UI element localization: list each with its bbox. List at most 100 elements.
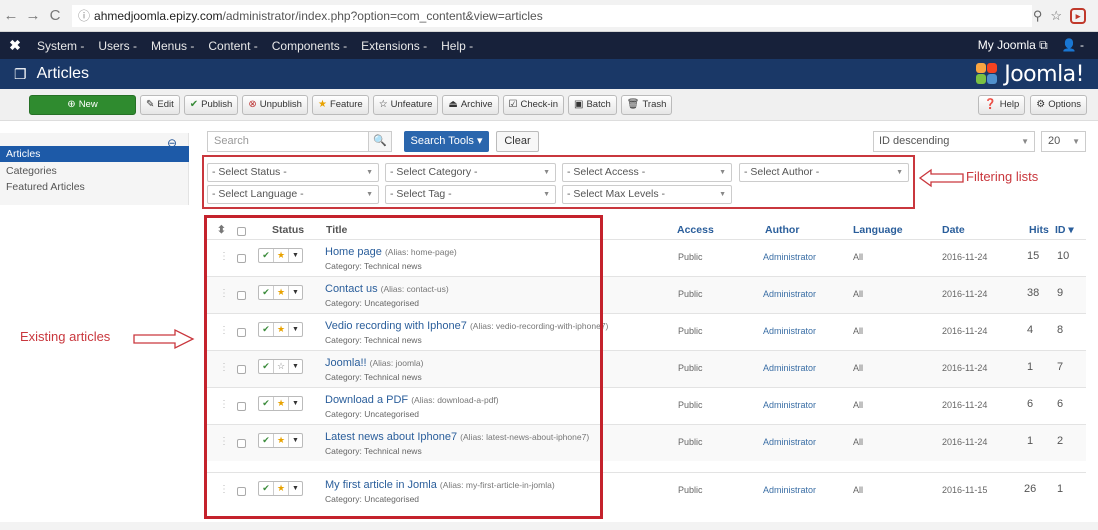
star-icon: ★ — [317, 99, 327, 110]
my-joomla-link[interactable]: My Joomla ⧉ — [978, 38, 1048, 53]
author-link[interactable]: Administrator — [763, 326, 816, 336]
hits-cell: 4 — [1027, 324, 1034, 336]
sidebar-item-categories[interactable]: Categories — [0, 163, 189, 179]
filter-max-levels-select[interactable]: - Select Max Levels - ▼ — [562, 185, 732, 204]
archive-button[interactable]: ⏏ Archive — [442, 94, 499, 115]
trash-button[interactable]: 🗑 Trash — [620, 94, 673, 115]
author-link[interactable]: Administrator — [763, 252, 816, 262]
language-cell: All — [853, 252, 864, 262]
action-toolbar: ⊕ New ✎ Edit ✔ Publish ⊗ Unpublish ★ Feature … — [0, 89, 1098, 121]
user-menu[interactable]: 👤 - — [1062, 38, 1084, 53]
new-button[interactable]: ⊕ New — [29, 94, 136, 115]
top-navigation: ✖ System - Users - Menus - Content - Com… — [0, 32, 1098, 59]
ordering-select[interactable]: ID descending ▼ — [873, 131, 1035, 152]
author-link[interactable]: Administrator — [763, 289, 816, 299]
filter-status-select[interactable]: - Select Status - ▼ — [207, 163, 379, 182]
menu-menus[interactable]: Menus - — [144, 39, 201, 53]
joomla-menu-icon[interactable]: ✖ — [0, 37, 30, 54]
chevron-down-icon: ▼ — [719, 169, 726, 176]
info-icon[interactable]: ⓘ — [78, 7, 90, 24]
id-cell: 7 — [1057, 361, 1064, 373]
list-limit-select[interactable]: 20 ▼ — [1041, 131, 1086, 152]
hits-cell: 1 — [1027, 435, 1034, 447]
menu-content[interactable]: Content - — [201, 39, 264, 53]
filter-author-select[interactable]: - Select Author - ▼ — [739, 163, 909, 182]
menu-help[interactable]: Help - — [434, 39, 480, 53]
filter-language-select[interactable]: - Select Language - ▼ — [207, 185, 379, 204]
chevron-down-icon: ▼ — [543, 191, 550, 198]
publish-button[interactable]: ✔ Publish — [183, 94, 239, 115]
sidebar-item-articles[interactable]: Articles — [0, 146, 189, 162]
chevron-down-icon: ▼ — [543, 169, 550, 176]
checkin-button[interactable]: ☑ Check-in — [502, 94, 564, 115]
hits-cell: 1 — [1027, 361, 1034, 373]
edit-button[interactable]: ✎ Edit — [140, 94, 180, 115]
menu-extensions[interactable]: Extensions - — [354, 39, 434, 53]
date-cell: 2016-11-15 — [942, 485, 988, 495]
gear-icon: ⚙ — [1036, 99, 1046, 110]
star-empty-icon: ☆ — [378, 99, 388, 110]
clear-button[interactable]: Clear — [496, 131, 539, 152]
sidebar-item-featured-articles[interactable]: Featured Articles — [0, 179, 189, 195]
date-cell: 2016-11-24 — [942, 400, 988, 410]
filter-access-select[interactable]: - Select Access - ▼ — [562, 163, 732, 182]
date-cell: 2016-11-24 — [942, 363, 988, 373]
existing-articles-annotation: Existing articles — [20, 329, 111, 344]
bookmark-icon[interactable]: ☆ — [1050, 8, 1062, 24]
search-input[interactable]: Search — [207, 131, 368, 152]
menu-users[interactable]: Users - — [91, 39, 144, 53]
author-link[interactable]: Administrator — [763, 363, 816, 373]
access-cell: Public — [678, 326, 703, 336]
zoom-icon[interactable]: ⚲ — [1033, 8, 1043, 24]
filter-tag-select[interactable]: - Select Tag - ▼ — [385, 185, 556, 204]
forward-icon[interactable]: → — [22, 7, 44, 24]
date-cell: 2016-11-24 — [942, 437, 988, 447]
url-host: ahmedjoomla.epizy.com — [94, 8, 223, 23]
search-icon[interactable]: 🔍 — [368, 131, 392, 152]
hits-cell: 38 — [1027, 287, 1040, 299]
date-header[interactable]: Date — [942, 224, 965, 236]
edit-icon: ✎ — [146, 99, 155, 110]
menu-components[interactable]: Components - — [265, 39, 354, 53]
language-cell: All — [853, 326, 864, 336]
page-title: Articles — [36, 65, 90, 82]
language-cell: All — [853, 363, 864, 373]
batch-button[interactable]: ▣ Batch — [568, 94, 617, 115]
page-bottom-edge — [0, 522, 1098, 530]
id-header[interactable]: ID ▾ — [1055, 224, 1074, 236]
joomla-wordmark: Joomla! — [1004, 61, 1084, 87]
feature-button[interactable]: ★ Feature — [311, 94, 369, 115]
chevron-down-icon: ▼ — [896, 169, 903, 176]
hits-cell: 6 — [1027, 398, 1034, 410]
language-header[interactable]: Language — [853, 224, 903, 236]
access-cell: Public — [678, 437, 703, 447]
address-bar[interactable]: ⓘ ahmedjoomla.epizy.com/administrator/in… — [72, 4, 1032, 27]
reload-icon[interactable]: C — [44, 7, 66, 24]
author-link[interactable]: Administrator — [763, 485, 816, 495]
unpublish-button[interactable]: ⊗ Unpublish — [242, 94, 308, 115]
chevron-down-icon: ▼ — [1072, 137, 1080, 146]
extension-icon[interactable]: ▸ — [1070, 7, 1086, 24]
back-icon[interactable]: ← — [0, 7, 22, 24]
checkbox-icon: ☑ — [508, 99, 518, 110]
language-cell: All — [853, 485, 864, 495]
filter-category-select[interactable]: - Select Category - ▼ — [385, 163, 556, 182]
search-tools-button[interactable]: Search Tools ▾ — [404, 131, 489, 152]
options-button[interactable]: ⚙ Options — [1030, 94, 1087, 115]
menu-system[interactable]: System - — [30, 39, 91, 53]
help-button[interactable]: ❓ Help — [978, 94, 1026, 115]
id-cell: 10 — [1057, 250, 1070, 262]
author-header[interactable]: Author — [765, 224, 799, 236]
access-header[interactable]: Access — [677, 224, 714, 236]
author-link[interactable]: Administrator — [763, 400, 816, 410]
author-link[interactable]: Administrator — [763, 437, 816, 447]
unfeature-button[interactable]: ☆ Unfeature — [372, 94, 439, 115]
access-cell: Public — [678, 363, 703, 373]
access-cell: Public — [678, 485, 703, 495]
id-cell: 1 — [1057, 483, 1064, 495]
id-cell: 6 — [1057, 398, 1064, 410]
hits-cell: 26 — [1024, 483, 1037, 495]
language-cell: All — [853, 437, 864, 447]
hits-header[interactable]: Hits — [1029, 224, 1049, 236]
access-cell: Public — [678, 252, 703, 262]
